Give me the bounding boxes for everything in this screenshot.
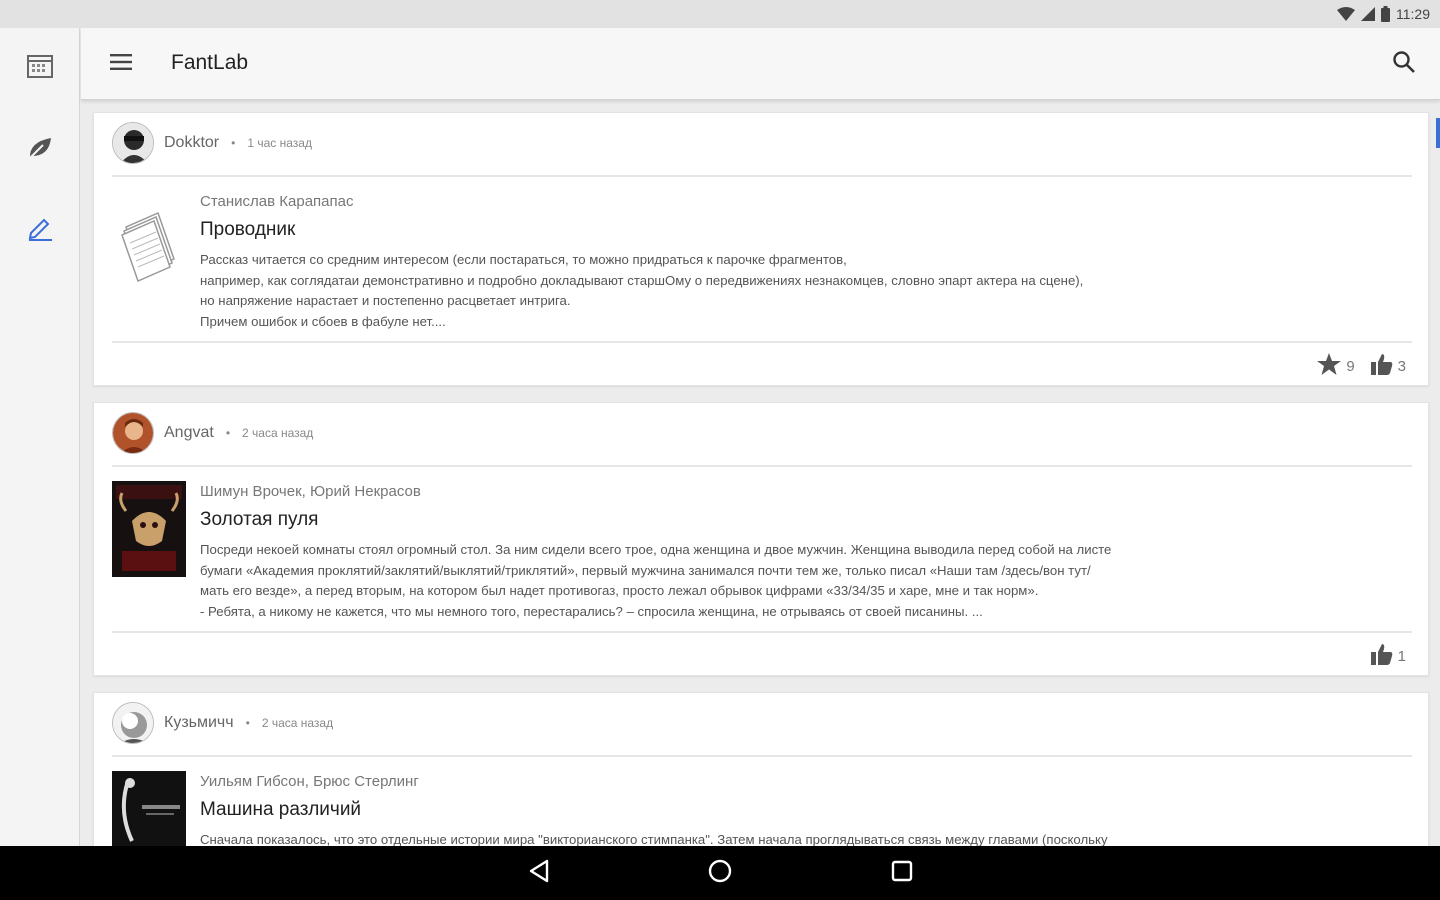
review-card[interactable]: Angvat • 2 часа назад Шимун Врочек, Юрий… <box>93 402 1429 676</box>
review-text[interactable]: Сначала показалось, что это отдельные ис… <box>200 830 1408 846</box>
app-bar: FantLab <box>81 28 1440 100</box>
work-author[interactable]: Уильям Гибсон, Брюс Стерлинг <box>200 773 419 790</box>
battery-icon <box>1381 6 1390 22</box>
like-stat[interactable]: 1 <box>1370 643 1406 669</box>
pencil-icon <box>27 215 53 246</box>
book-cover[interactable] <box>112 199 186 295</box>
leaf-icon <box>27 136 53 165</box>
review-header: Кузьмичч • 2 часа назад <box>112 701 333 745</box>
review-time: 2 часа назад <box>242 426 314 440</box>
book-placeholder-icon <box>121 211 175 283</box>
book-cover-image <box>112 771 186 846</box>
review-stats: 9 3 <box>1317 353 1406 379</box>
rating-stat[interactable]: 9 <box>1317 353 1355 379</box>
avatar[interactable] <box>112 412 154 454</box>
divider <box>112 755 1412 757</box>
home-button[interactable] <box>705 859 735 887</box>
recents-square-icon <box>891 860 913 887</box>
review-time: 2 часа назад <box>261 716 334 730</box>
thumbs-up-icon <box>1370 353 1393 379</box>
nav-rail-calendar[interactable] <box>20 48 60 88</box>
book-cover[interactable] <box>112 481 186 577</box>
likes-value: 3 <box>1397 357 1406 375</box>
avatar[interactable] <box>112 122 154 164</box>
work-title[interactable]: Машина различий <box>200 799 361 821</box>
avatar[interactable] <box>112 702 154 744</box>
review-card[interactable]: Dokktor • 1 час назад Станислав Карапапа… <box>93 112 1429 386</box>
cell-signal-icon <box>1361 7 1375 21</box>
system-nav-bar <box>0 846 1440 900</box>
work-title[interactable]: Золотая пуля <box>200 509 318 531</box>
work-author[interactable]: Шимун Врочек, Юрий Некрасов <box>200 483 421 500</box>
divider <box>112 631 1412 633</box>
like-stat[interactable]: 3 <box>1370 353 1406 379</box>
divider <box>112 465 1412 467</box>
recents-button[interactable] <box>887 859 917 887</box>
review-author[interactable]: Кузьмичч <box>164 714 234 732</box>
scroll-indicator <box>1436 118 1440 148</box>
book-cover-image <box>112 481 186 577</box>
review-feed[interactable]: Dokktor • 1 час назад Станислав Карапапа… <box>81 100 1440 846</box>
status-time: 11:29 <box>1396 6 1430 22</box>
divider <box>112 175 1412 177</box>
separator-dot: • <box>245 716 250 730</box>
calendar-icon <box>27 54 53 83</box>
nav-rail-leaf[interactable] <box>20 130 60 170</box>
divider <box>112 341 1412 343</box>
wifi-icon <box>1337 7 1355 21</box>
review-author[interactable]: Angvat <box>164 424 214 442</box>
nav-rail-pencil[interactable] <box>20 210 60 250</box>
review-text[interactable]: Посреди некоей комнаты стоял огромный ст… <box>200 540 1408 622</box>
review-author[interactable]: Dokktor <box>164 134 219 152</box>
review-card[interactable]: Кузьмичч • 2 часа назад Уильям Гибсон, Б… <box>93 692 1429 846</box>
nav-rail <box>0 28 80 846</box>
back-triangle-icon <box>528 859 550 888</box>
hamburger-menu-icon <box>110 53 132 75</box>
home-circle-icon <box>707 858 733 889</box>
review-header: Dokktor • 1 час назад <box>112 121 312 165</box>
star-icon <box>1317 353 1342 379</box>
app-title: FantLab <box>171 51 249 74</box>
book-cover[interactable] <box>112 771 186 846</box>
review-time: 1 час назад <box>247 136 312 150</box>
review-header: Angvat • 2 часа назад <box>112 411 313 455</box>
separator-dot: • <box>225 426 231 440</box>
search-icon <box>1392 50 1416 79</box>
separator-dot: • <box>231 136 236 150</box>
thumbs-up-icon <box>1370 643 1393 669</box>
work-author[interactable]: Станислав Карапапас <box>200 193 353 210</box>
likes-value: 1 <box>1397 647 1406 665</box>
work-title[interactable]: Проводник <box>200 219 295 241</box>
menu-button[interactable] <box>105 48 137 80</box>
search-button[interactable] <box>1388 48 1420 80</box>
review-stats: 1 <box>1370 643 1406 669</box>
status-bar: 11:29 <box>0 0 1440 28</box>
back-button[interactable] <box>524 859 554 887</box>
rating-value: 9 <box>1346 357 1355 375</box>
review-text[interactable]: Рассказ читается со средним интересом (е… <box>200 250 1408 332</box>
